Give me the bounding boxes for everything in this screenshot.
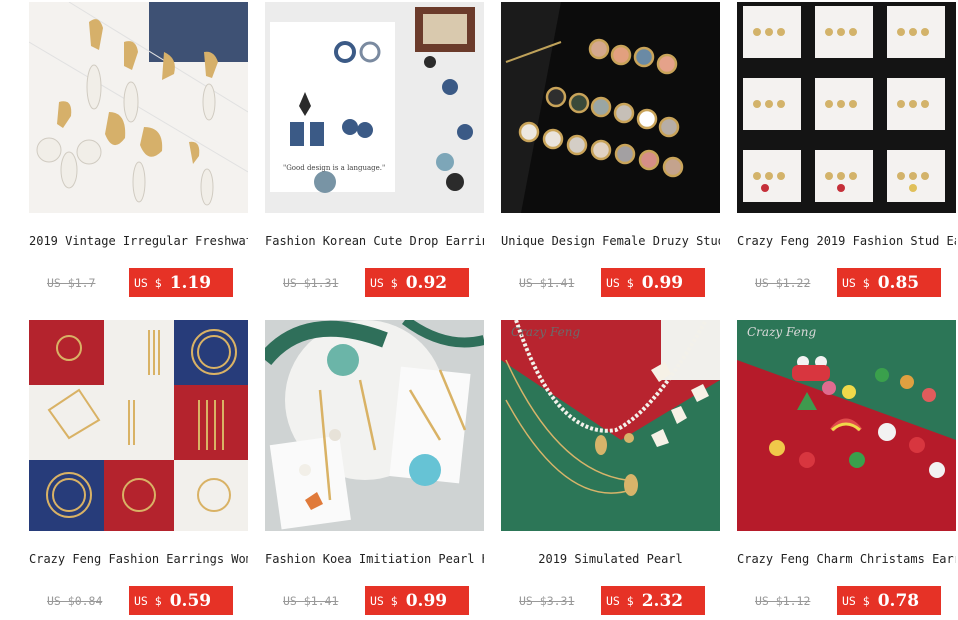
original-price: US $1.41 <box>519 276 575 290</box>
hairpin-photo-icon <box>265 320 484 531</box>
product-card[interactable]: Fashion Koea Imitiation Pearl Hair Pins … <box>265 320 484 615</box>
product-card[interactable]: Crazy Feng 2019 Simulated Pearl US $3.31… <box>501 320 720 615</box>
product-image[interactable] <box>29 320 248 531</box>
currency-label: US $ <box>606 275 634 290</box>
product-card[interactable]: Crazy Feng 2019 Fashion Stud Earrings Se… <box>737 2 956 297</box>
sale-price-badge: US $ 0.92 <box>365 268 469 297</box>
sale-price: 0.78 <box>877 590 920 611</box>
product-title[interactable]: Crazy Feng Fashion Earrings Women Gold C… <box>29 551 248 569</box>
sale-price: 0.99 <box>641 272 684 293</box>
product-image[interactable] <box>737 2 956 213</box>
product-card[interactable]: Crazy Feng Fashion Earrings Women Gold C… <box>29 320 248 615</box>
original-price: US $1.7 <box>47 276 96 290</box>
sale-price: 2.32 <box>641 590 684 611</box>
product-title[interactable]: 2019 Vintage Irregular Freshwater Pearl … <box>29 233 248 251</box>
product-image[interactable]: Crazy Feng <box>737 320 956 531</box>
earring-photo-icon: Crazy Feng <box>737 320 956 478</box>
necklace-photo-icon: Crazy Feng <box>501 320 720 496</box>
product-image[interactable] <box>501 2 720 213</box>
original-price: US $0.84 <box>47 594 103 608</box>
currency-label: US $ <box>842 593 870 608</box>
product-title[interactable]: Fashion Korean Cute Drop Earrings For Wo… <box>265 233 484 251</box>
brand-mark: Crazy Feng <box>511 325 580 339</box>
sale-price-badge: US $ 0.85 <box>837 268 941 297</box>
original-price: US $1.41 <box>283 594 339 608</box>
original-price: US $1.12 <box>755 594 811 608</box>
brand-mark: Crazy Feng <box>747 325 816 339</box>
sale-price: 0.99 <box>405 590 448 611</box>
sale-price: 1.19 <box>169 272 212 293</box>
earring-photo-icon: "Good design is a language." <box>265 2 484 213</box>
product-image[interactable]: Crazy Feng <box>501 320 720 531</box>
product-card[interactable]: Unique Design Female Druzy Stud Earrings… <box>501 2 720 297</box>
earring-photo-icon <box>501 2 684 213</box>
product-title[interactable]: Crazy Feng Charm Christams Earrings For … <box>737 551 956 569</box>
currency-label: US $ <box>134 593 162 608</box>
sale-price: 0.92 <box>405 272 448 293</box>
original-price: US $1.22 <box>755 276 811 290</box>
sale-price-badge: US $ 2.32 <box>601 586 705 615</box>
currency-label: US $ <box>370 275 398 290</box>
product-grid: 2019 Vintage Irregular Freshwater Pearl … <box>0 0 958 620</box>
currency-label: US $ <box>370 593 398 608</box>
product-title[interactable]: Unique Design Female Druzy Stud Earrings… <box>501 233 720 251</box>
sale-price-badge: US $ 0.99 <box>601 268 705 297</box>
product-title[interactable]: Fashion Koea Imitiation Pearl Hair Pins … <box>265 551 484 569</box>
product-card[interactable]: "Good design is a language." Fashion Kor… <box>265 2 484 297</box>
sale-price-badge: US $ 0.99 <box>365 586 469 615</box>
sale-price: 0.85 <box>877 272 920 293</box>
sale-price-badge: US $ 1.19 <box>129 268 233 297</box>
currency-label: US $ <box>606 593 634 608</box>
product-image[interactable] <box>29 2 248 213</box>
product-title[interactable]: Crazy Feng 2019 Fashion Stud Earrings Se… <box>737 233 956 251</box>
product-title[interactable]: 2019 Simulated Pearl <box>501 551 720 569</box>
sale-price: 0.59 <box>169 590 212 611</box>
product-card[interactable]: Crazy Feng Crazy Feng Charm Christams Ea… <box>737 320 956 615</box>
earring-photo-icon <box>29 320 248 531</box>
sale-price-badge: US $ 0.59 <box>129 586 233 615</box>
sale-price-badge: US $ 0.78 <box>837 586 941 615</box>
original-price: US $3.31 <box>519 594 575 608</box>
product-card[interactable]: 2019 Vintage Irregular Freshwater Pearl … <box>29 2 248 297</box>
product-image[interactable] <box>265 320 484 531</box>
currency-label: US $ <box>134 275 162 290</box>
earring-photo-icon <box>29 2 248 206</box>
original-price: US $1.31 <box>283 276 339 290</box>
currency-label: US $ <box>842 275 870 290</box>
product-image[interactable]: "Good design is a language." <box>265 2 484 213</box>
card-caption: "Good design is a language." <box>283 164 385 172</box>
earring-photo-icon <box>743 6 945 202</box>
